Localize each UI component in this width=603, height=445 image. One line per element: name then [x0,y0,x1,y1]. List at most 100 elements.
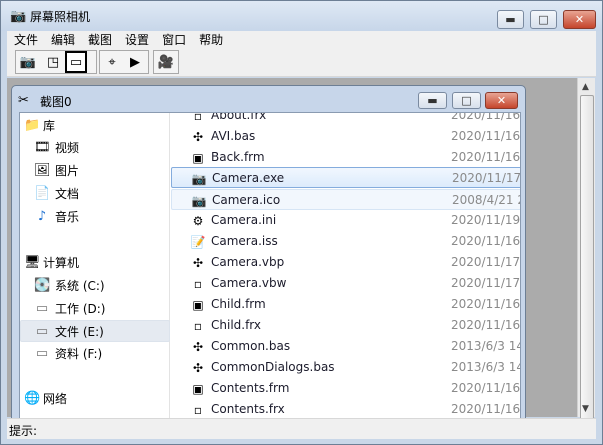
file-row[interactable]: ✣ AVI.bas 2020/11/16 1 [171,126,520,147]
drive-icon: ▭ [35,346,49,361]
vb-module-icon: ✣ [192,361,204,375]
file-date: 2020/11/17 1 [451,276,520,290]
vb-module-icon: ✣ [192,130,204,144]
file-name: Child.frx [211,318,262,332]
child-minimize-button[interactable]: ▬ [418,92,447,109]
menu-file[interactable]: 文件 [7,31,44,49]
nav-item-drive-d[interactable]: ▭ 工作 (D:) [20,298,170,320]
computer-icon: 🖥 [24,255,41,270]
menu-bar: 文件 编辑 截图 设置 窗口 帮助 [7,31,596,49]
nav-item-videos[interactable]: 🎞 视频 [20,137,170,159]
file-row[interactable]: 📷 Camera.exe 2020/11/17 1 [171,167,520,188]
title-bar[interactable]: 📷 屏幕照相机 ▬ □ ✕ [1,1,602,31]
toolbar: 📷 ◳ ▭ ⌖ ▶ 🎥 [7,49,596,77]
file-row[interactable]: ▫ Camera.vbw 2020/11/17 1 [171,273,520,294]
documents-library-icon: 📄 [34,186,51,201]
menu-edit[interactable]: 编辑 [44,31,81,49]
file-name: AVI.bas [211,129,256,143]
scroll-down-icon[interactable]: ▼ [582,404,589,414]
file-row[interactable]: ✣ CommonDialogs.bas 2013/6/3 14:3 [171,357,520,378]
video-camera-icon: 🎥 [157,54,175,70]
file-name: CommonDialogs.bas [211,360,335,374]
nav-item-music[interactable]: ♪ 音乐 [20,206,170,228]
camera-app-icon: 📷 [191,172,207,186]
play-button[interactable]: ▶ [124,51,146,73]
nav-item-computer[interactable]: 🖥 计算机 [20,252,170,274]
nav-item-drive-c[interactable]: 💽 系统 (C:) [20,275,170,297]
file-date: 2020/11/16 1 [451,402,520,416]
file-name: Camera.vbw [211,276,287,290]
app-window: 📷 屏幕照相机 ▬ □ ✕ 文件 编辑 截图 设置 窗口 帮助 📷 ◳ ▭ ⌖ … [0,0,603,445]
nav-label: 网络 [43,392,68,406]
window-capture-button[interactable]: ◳ [42,51,64,73]
network-icon: 🌐 [24,391,41,406]
minimize-button[interactable]: ▬ [497,10,524,29]
nav-item-documents[interactable]: 📄 文档 [20,183,170,205]
file-date: 2013/6/3 14:3 [451,360,520,374]
nav-label: 音乐 [55,210,80,224]
scroll-thumb[interactable] [580,95,594,423]
file-row[interactable]: 📷 Camera.ico 2008/4/21 22 [171,189,520,210]
nav-item-library[interactable]: 📁 库 [20,115,170,137]
nav-item-drive-e[interactable]: ▭ 文件 (E:) [20,320,170,342]
nav-item-network[interactable]: 🌐 网络 [20,388,170,410]
capture-child-window: ✂ 截图0 ▬ □ ✕ 📁 库 🎞 视频 🖼 图片 📄 文档 ♪ 音乐 🖥 计算… [11,85,526,426]
nav-label: 工作 (D:) [55,302,106,316]
file-row[interactable]: ▫ Contents.frx 2020/11/16 1 [171,399,520,420]
minimize-icon: ▬ [427,94,438,107]
video-camera-button[interactable]: 🎥 [155,51,177,73]
menu-help[interactable]: 帮助 [192,31,229,49]
region-capture-button[interactable]: ▭ [65,51,87,73]
drive-icon: ▭ [35,301,49,316]
file-row[interactable]: ✣ Common.bas 2013/6/3 14:3 [171,336,520,357]
file-row[interactable]: ▣ Child.frm 2020/11/16 1 [171,294,520,315]
navigation-pane: 📁 库 🎞 视频 🖼 图片 📄 文档 ♪ 音乐 🖥 计算机 💽 系统 (C:) … [20,113,170,425]
maximize-button[interactable]: □ [530,10,557,29]
camera-button[interactable]: 📷 [17,51,39,73]
nav-item-pictures[interactable]: 🖼 图片 [20,160,170,182]
file-icon: ▫ [193,113,203,123]
nav-label: 库 [43,119,56,133]
file-date: 2020/11/16 1 [451,129,520,143]
close-icon: ✕ [574,13,585,26]
menu-window[interactable]: 窗口 [155,31,192,49]
status-bar: 提示: [7,418,596,439]
vb-form-icon: ▣ [192,382,204,396]
pictures-library-icon: 🖼 [34,163,51,178]
file-row[interactable]: ▣ Back.frm 2020/11/16 1 [171,147,520,168]
file-row[interactable]: ▫ Child.frx 2020/11/16 1 [171,315,520,336]
nav-item-drive-f[interactable]: ▭ 资料 (F:) [20,343,170,365]
cursor-button[interactable]: ⌖ [101,51,123,73]
file-row[interactable]: 📝 Camera.iss 2020/11/16 1 [171,231,520,252]
close-button[interactable]: ✕ [563,10,596,29]
nav-label: 文件 (E:) [55,325,104,339]
maximize-icon: □ [538,13,549,26]
cursor-icon: ⌖ [108,54,116,70]
vb-form-icon: ▣ [192,151,204,165]
file-date: 2020/11/16 1 [451,297,520,311]
file-icon: ▫ [193,277,203,291]
menu-capture[interactable]: 截图 [81,31,118,49]
child-close-button[interactable]: ✕ [485,92,518,109]
scroll-up-icon[interactable]: ▲ [582,82,589,92]
file-row[interactable]: ▫ About.frx 2020/11/16 1 [171,113,520,126]
file-date: 2020/11/16 1 [451,381,520,395]
maximize-icon: □ [461,94,472,107]
file-row[interactable]: ✣ Camera.vbp 2020/11/17 1 [171,252,520,273]
region-capture-icon: ▭ [69,54,83,70]
menu-settings[interactable]: 设置 [118,31,155,49]
vertical-scrollbar[interactable]: ▲ ▼ [577,78,595,423]
capture-tool-icon: ✂ [18,93,29,108]
camera-icon: 📷 [19,54,37,70]
child-title-bar[interactable]: ✂ 截图0 ▬ □ ✕ [12,86,525,114]
system-drive-icon: 💽 [34,278,51,293]
nav-label: 系统 (C:) [55,279,105,293]
child-window-title: 截图0 [40,95,72,109]
camera-app-icon: 📷 [10,9,27,24]
script-file-icon: 📝 [190,235,206,249]
play-icon: ▶ [130,54,140,70]
vb-form-icon: ▣ [192,298,204,312]
file-row[interactable]: ▣ Contents.frm 2020/11/16 1 [171,378,520,399]
file-row[interactable]: ⚙ Camera.ini 2020/11/19 1 [171,210,520,231]
child-maximize-button[interactable]: □ [452,92,481,109]
